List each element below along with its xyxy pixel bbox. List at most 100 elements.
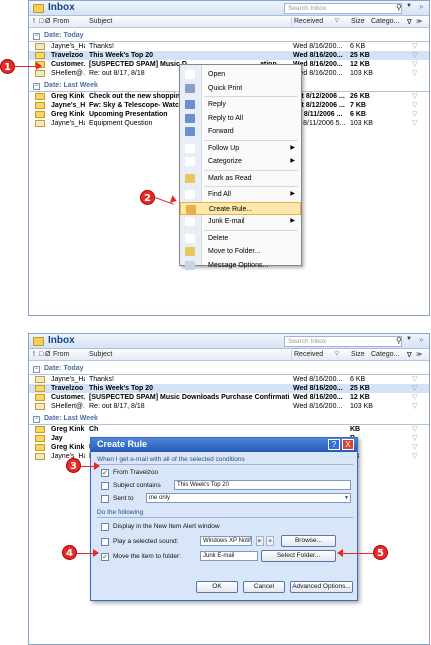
group-header[interactable]: − Date: Today bbox=[29, 364, 429, 375]
search-icon[interactable]: ⚲ bbox=[396, 3, 402, 12]
from-column[interactable]: From bbox=[53, 18, 69, 25]
menu-item-find-all[interactable]: Find All ▶ bbox=[180, 188, 301, 201]
follow-up-flag-icon[interactable]: ▽ bbox=[412, 402, 417, 411]
importance-column[interactable]: ! bbox=[33, 351, 35, 358]
step-4-arrowhead bbox=[93, 549, 99, 557]
move-folder-input[interactable]: Junk E-mail bbox=[200, 551, 258, 561]
alert-checkbox[interactable] bbox=[101, 523, 109, 531]
outlook-window-step1: Inbox Search Inbox ⚲ ▼ » ! □ Ø From Subj… bbox=[28, 0, 430, 316]
browse-button[interactable]: Browse... bbox=[281, 535, 336, 547]
follow-up-flag-icon[interactable]: ▽ bbox=[412, 92, 417, 101]
menu-item-quick-print[interactable]: Quick Print bbox=[180, 82, 301, 95]
follow-up-flag-icon[interactable]: ▽ bbox=[412, 60, 417, 69]
menu-item-message-options[interactable]: Message Options... bbox=[180, 259, 301, 272]
sent-to-checkbox[interactable] bbox=[101, 495, 109, 503]
menu-item-delete[interactable]: Delete bbox=[180, 232, 301, 245]
follow-up-flag-icon[interactable]: ▽ bbox=[412, 69, 417, 78]
subject-input[interactable]: This Week's Top 20 bbox=[174, 480, 351, 490]
collapse-toggle-icon[interactable]: − bbox=[33, 83, 40, 90]
message-from: Travelzoo bbox=[51, 385, 84, 392]
select-folder-button[interactable]: Select Folder... bbox=[261, 550, 336, 562]
icon-column[interactable]: □ bbox=[39, 18, 43, 25]
follow-up-flag-icon[interactable]: ▽ bbox=[412, 42, 417, 51]
message-row[interactable]: Greg Kink... Ch KB ▽ bbox=[29, 425, 429, 434]
scroll-icon[interactable]: ≫ bbox=[416, 18, 422, 25]
menu-item-forward[interactable]: Forward bbox=[180, 125, 301, 138]
close-button[interactable]: X bbox=[342, 439, 354, 450]
sound-input[interactable]: Windows XP Notify.w bbox=[200, 536, 252, 546]
stop-sound-icon[interactable]: ■ bbox=[266, 536, 274, 546]
cancel-button[interactable]: Cancel bbox=[243, 581, 285, 593]
collapse-toggle-icon[interactable]: − bbox=[33, 33, 40, 40]
message-row[interactable]: Customer... [SUSPECTED SPAM] Music Downlo… bbox=[29, 393, 429, 402]
menu-item-reply[interactable]: Reply bbox=[180, 98, 301, 111]
group-header[interactable]: − Date: Last Week bbox=[29, 414, 429, 425]
message-row[interactable]: SHellert@... Re: out 8/17, 8/18 Wed 8/16/2… bbox=[29, 402, 429, 411]
received-column[interactable]: Received bbox=[294, 351, 323, 358]
advanced-options-button[interactable]: Advanced Options... bbox=[290, 581, 353, 593]
subject-column[interactable]: Subject bbox=[89, 18, 112, 25]
chevron-down-icon[interactable]: ▼ bbox=[344, 494, 349, 502]
menu-item-label: Follow Up bbox=[208, 144, 240, 152]
collapse-toggle-icon[interactable]: − bbox=[33, 366, 40, 373]
follow-up-flag-icon[interactable]: ▽ bbox=[412, 384, 417, 393]
flag-column[interactable]: ∇ bbox=[407, 351, 412, 359]
size-column[interactable]: Size bbox=[351, 351, 365, 358]
follow-up-flag-icon[interactable]: ▽ bbox=[412, 452, 417, 461]
attachment-column[interactable]: Ø bbox=[45, 18, 50, 25]
move-folder-checkbox[interactable]: ✓ bbox=[101, 553, 109, 561]
category-column[interactable]: Catego... bbox=[371, 351, 399, 358]
reply-all-icon bbox=[185, 113, 195, 123]
size-column[interactable]: Size bbox=[351, 18, 365, 25]
message-row[interactable]: Jayne's_Hat Thanks! Wed 8/16/200... 6 KB ▽ bbox=[29, 375, 429, 384]
follow-up-flag-icon[interactable]: ▽ bbox=[412, 393, 417, 402]
sound-checkbox[interactable] bbox=[101, 538, 109, 546]
expand-chevron-icon[interactable]: » bbox=[419, 335, 423, 344]
received-column[interactable]: Received bbox=[294, 18, 323, 25]
message-from: Greg Kink... bbox=[51, 426, 85, 433]
follow-up-flag-icon[interactable]: ▽ bbox=[412, 119, 417, 128]
expand-chevron-icon[interactable]: » bbox=[419, 2, 423, 11]
menu-item-junk-e-mail[interactable]: Junk E-mail ▶ bbox=[180, 215, 301, 228]
menu-item-mark-as-read[interactable]: Mark as Read bbox=[180, 172, 301, 185]
flag-column[interactable]: ∇ bbox=[407, 18, 412, 26]
inbox-titlebar: Inbox Search Inbox ⚲ ▼ » bbox=[29, 1, 429, 16]
follow-up-flag-icon[interactable]: ▽ bbox=[412, 110, 417, 119]
icon-column[interactable]: □ bbox=[39, 351, 43, 358]
scroll-icon[interactable]: ≫ bbox=[416, 351, 422, 358]
follow-up-flag-icon[interactable]: ▽ bbox=[412, 443, 417, 452]
menu-item-follow-up[interactable]: Follow Up ▶ bbox=[180, 142, 301, 155]
sent-to-select[interactable]: me only ▼ bbox=[146, 493, 351, 503]
menu-item-categorize[interactable]: Categorize ▶ bbox=[180, 155, 301, 168]
menu-item-create-rule[interactable]: Create Rule... bbox=[180, 201, 301, 215]
collapse-toggle-icon[interactable]: − bbox=[33, 416, 40, 423]
search-dropdown-icon[interactable]: ▼ bbox=[406, 336, 412, 342]
menu-item-open[interactable]: Open bbox=[180, 68, 301, 81]
follow-up-flag-icon[interactable]: ▽ bbox=[412, 101, 417, 110]
category-column[interactable]: Catego... bbox=[371, 18, 399, 25]
search-dropdown-icon[interactable]: ▼ bbox=[406, 3, 412, 9]
sound-label: Play a selected sound: bbox=[113, 538, 179, 545]
search-icon[interactable]: ⚲ bbox=[396, 336, 402, 345]
message-row[interactable]: Jayne's_Hat Thanks! Wed 8/16/200... 6 KB ▽ bbox=[29, 42, 429, 51]
search-input[interactable]: Search Inbox bbox=[284, 3, 402, 14]
menu-item-reply-to-all[interactable]: Reply to All bbox=[180, 112, 301, 125]
subject-column[interactable]: Subject bbox=[89, 351, 112, 358]
follow-up-flag-icon[interactable]: ▽ bbox=[412, 375, 417, 384]
play-sound-icon[interactable]: ▶ bbox=[256, 536, 264, 546]
importance-column[interactable]: ! bbox=[33, 18, 35, 25]
from-column[interactable]: From bbox=[53, 351, 69, 358]
follow-up-flag-icon[interactable]: ▽ bbox=[412, 425, 417, 434]
message-row[interactable]: Travelzoo This Week's Top 20 Wed 8/16/200.… bbox=[29, 384, 429, 393]
subject-checkbox[interactable] bbox=[101, 482, 109, 490]
search-input[interactable]: Search Inbox bbox=[284, 336, 402, 347]
attachment-column[interactable]: Ø bbox=[45, 351, 50, 358]
follow-up-flag-icon[interactable]: ▽ bbox=[412, 51, 417, 60]
follow-up-flag-icon[interactable]: ▽ bbox=[412, 434, 417, 443]
help-button[interactable]: ? bbox=[328, 439, 340, 450]
group-header[interactable]: − Date: Today bbox=[29, 31, 429, 42]
message-row[interactable]: Travelzoo This Week's Top 20 Wed 8/16/200.… bbox=[29, 51, 429, 60]
ok-button[interactable]: OK bbox=[196, 581, 238, 593]
menu-item-move-to-folder[interactable]: Move to Folder... bbox=[180, 245, 301, 258]
from-checkbox[interactable]: ✓ bbox=[101, 469, 109, 477]
